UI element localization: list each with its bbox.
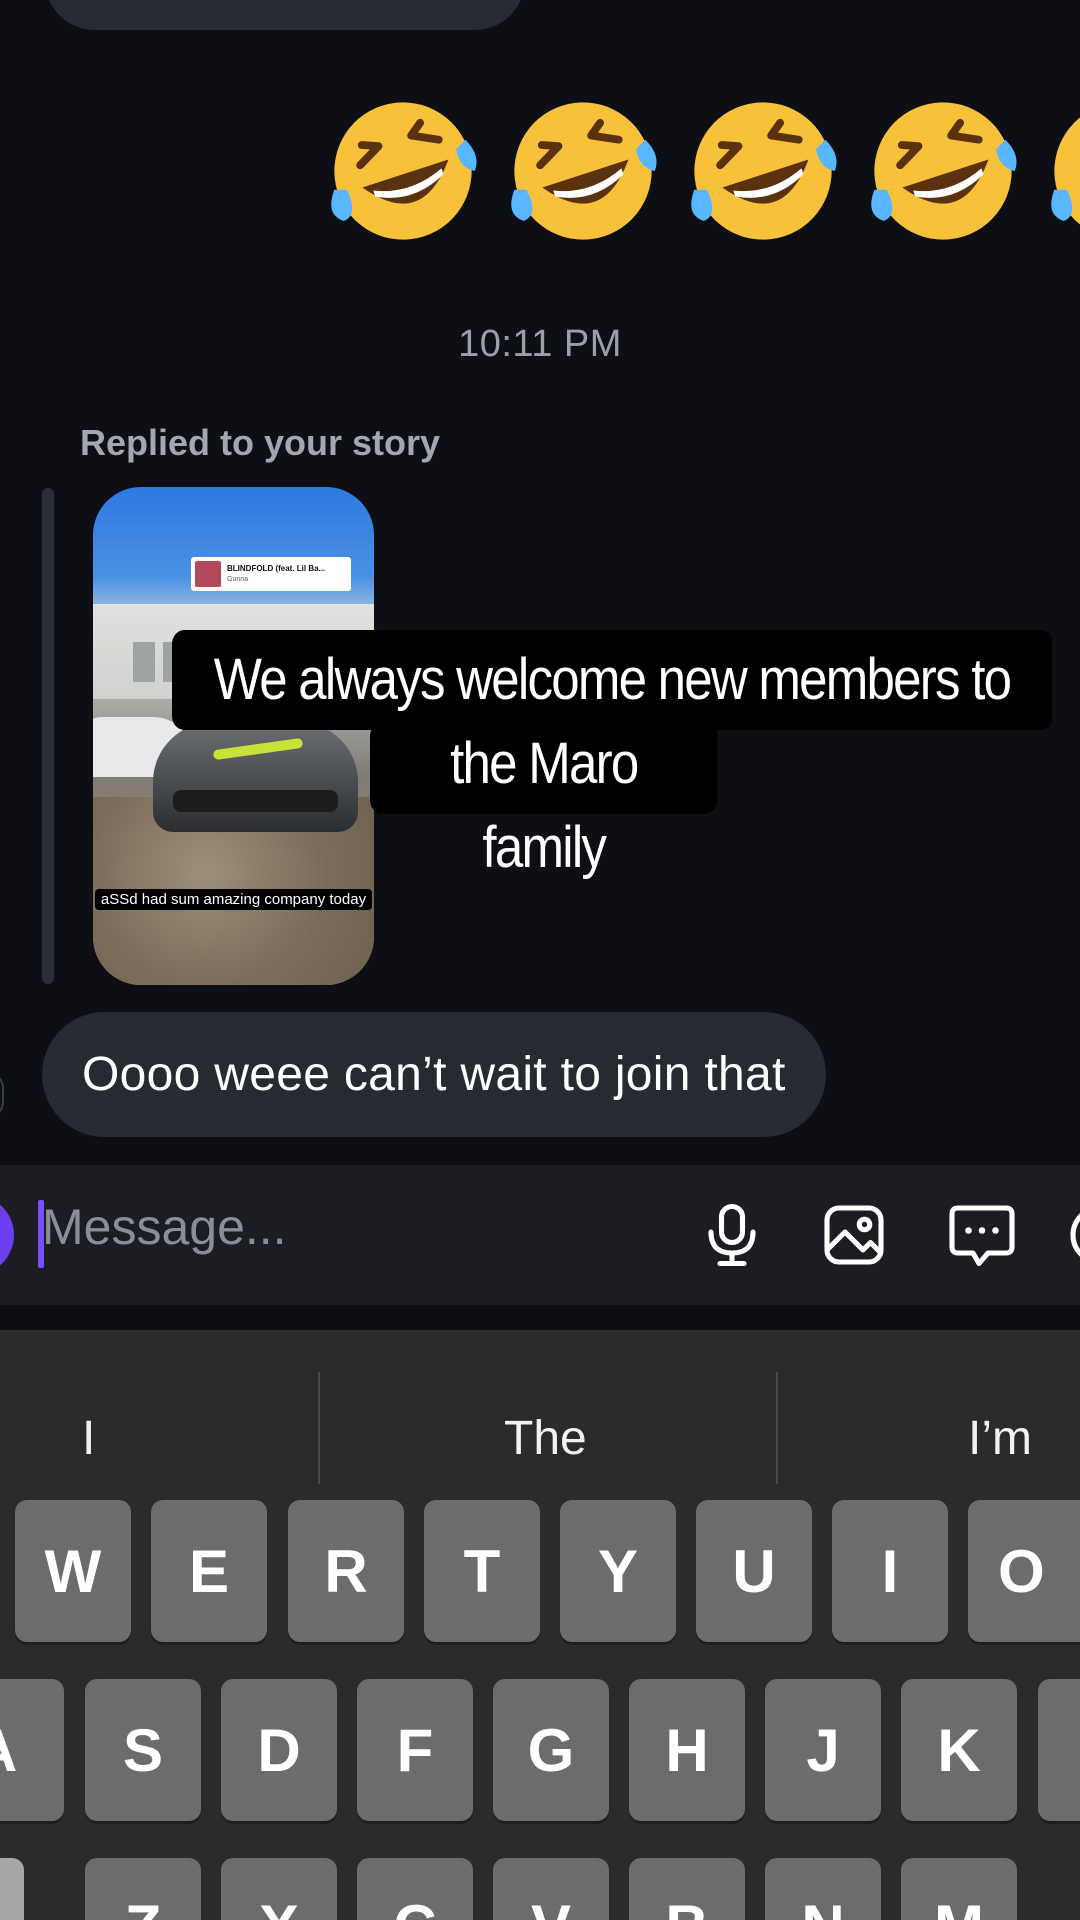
avatar[interactable] xyxy=(0,1072,4,1118)
dm-thread-screen: 10:11 PM Replied to your story BLINDFOLD… xyxy=(0,0,1080,1920)
story-reply-label: Replied to your story xyxy=(80,422,441,463)
overlay-caption-line-1: We always welcome new members to xyxy=(172,630,1052,730)
story-caption: aSSd had sum amazing company today xyxy=(93,887,374,913)
key-c[interactable]: C xyxy=(357,1858,473,1920)
key-d[interactable]: D xyxy=(221,1679,337,1821)
album-art-icon xyxy=(195,561,221,587)
suggestion-divider xyxy=(318,1372,320,1484)
key-i[interactable]: I xyxy=(832,1500,948,1642)
music-title: BLINDFOLD (feat. Lil Ba... xyxy=(227,564,326,573)
chat-bubble-icon[interactable] xyxy=(942,1195,1022,1275)
message-timestamp: 10:11 PM xyxy=(458,323,622,365)
key-v[interactable]: V xyxy=(493,1858,609,1920)
suggestion-3[interactable]: I’m xyxy=(968,1390,1032,1486)
emoji-message[interactable] xyxy=(325,93,1080,253)
overlay-caption-line-2: the Maro family xyxy=(370,722,718,880)
system-keyboard: I The I’m W E R T Y U I O A S D F G H J … xyxy=(0,1330,1080,1920)
rofl-emoji xyxy=(325,93,481,249)
key-u[interactable]: U xyxy=(696,1500,812,1642)
key-y[interactable]: Y xyxy=(560,1500,676,1642)
key-a[interactable]: A xyxy=(0,1679,64,1821)
reply-indicator-bar xyxy=(42,488,54,984)
key-f[interactable]: F xyxy=(357,1679,473,1821)
key-x[interactable]: X xyxy=(221,1858,337,1920)
microphone-icon[interactable] xyxy=(692,1195,772,1275)
key-h[interactable]: H xyxy=(629,1679,745,1821)
key-b[interactable]: B xyxy=(629,1858,745,1920)
message-input[interactable]: Message... xyxy=(42,1198,287,1256)
key-s[interactable]: S xyxy=(85,1679,201,1821)
key-l[interactable] xyxy=(1038,1679,1080,1821)
key-o[interactable]: O xyxy=(968,1500,1080,1642)
rofl-emoji xyxy=(505,93,661,249)
message-bubble[interactable]: Oooo weee can’t wait to join that xyxy=(42,1012,826,1137)
key-k[interactable]: K xyxy=(901,1679,1017,1821)
key-z[interactable]: Z xyxy=(85,1858,201,1920)
camera-button[interactable] xyxy=(0,1195,14,1275)
key-j[interactable]: J xyxy=(765,1679,881,1821)
music-sticker: BLINDFOLD (feat. Lil Ba... Gunna xyxy=(191,557,351,591)
previous-message-bubble[interactable] xyxy=(45,0,525,30)
key-r[interactable]: R xyxy=(288,1500,404,1642)
key-e[interactable]: E xyxy=(151,1500,267,1642)
image-icon[interactable] xyxy=(814,1195,894,1275)
message-composer: Message... xyxy=(0,1165,1080,1305)
suggestion-divider xyxy=(776,1372,778,1484)
music-artist: Gunna xyxy=(227,576,249,583)
key-w[interactable]: W xyxy=(15,1500,131,1642)
rofl-emoji xyxy=(685,93,841,249)
story-car-grey xyxy=(153,722,358,832)
key-n[interactable]: N xyxy=(765,1858,881,1920)
key-m[interactable]: M xyxy=(901,1858,1017,1920)
key-g[interactable]: G xyxy=(493,1679,609,1821)
suggestion-2[interactable]: The xyxy=(504,1390,587,1486)
rofl-emoji xyxy=(1045,93,1080,249)
key-t[interactable]: T xyxy=(424,1500,540,1642)
sticker-icon[interactable] xyxy=(1060,1195,1080,1275)
shift-key[interactable] xyxy=(0,1858,24,1920)
rofl-emoji xyxy=(865,93,1021,249)
suggestion-1[interactable]: I xyxy=(82,1390,95,1486)
story-thumbnail[interactable]: BLINDFOLD (feat. Lil Ba... Gunna aSSd ha… xyxy=(93,487,374,985)
